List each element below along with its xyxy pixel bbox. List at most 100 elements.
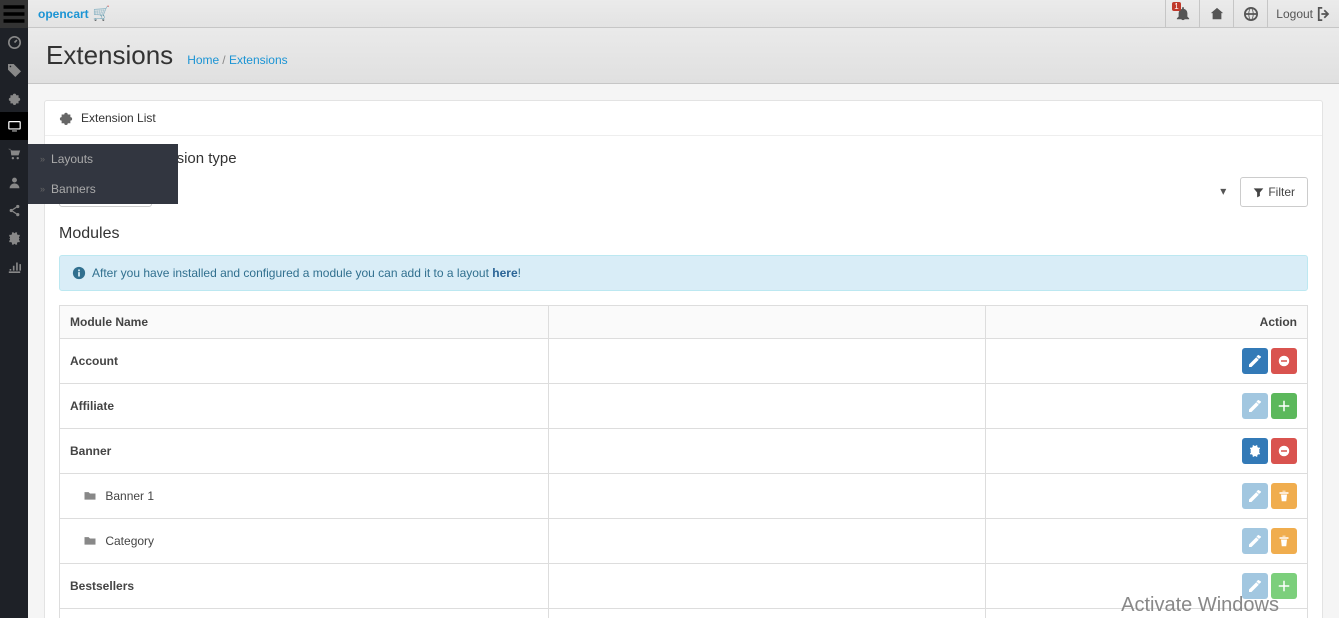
table-row: Account	[60, 339, 1308, 384]
home-icon	[1210, 7, 1224, 21]
module-name-cell: Category	[60, 519, 549, 564]
uninstall-button[interactable]	[1271, 348, 1297, 374]
nav-customers[interactable]	[0, 168, 28, 196]
trash-icon	[1278, 535, 1290, 547]
module-name-cell: Bestsellers	[60, 564, 549, 609]
table-row: Bestsellers	[60, 564, 1308, 609]
pencil-icon	[1249, 355, 1261, 367]
action-cell	[985, 609, 1308, 618]
folder-icon	[84, 535, 96, 546]
nav-reports[interactable]	[0, 252, 28, 280]
choose-type-label: Choose the extension type	[59, 150, 1308, 167]
submenu-layouts[interactable]: »Layouts	[28, 144, 178, 174]
tag-icon	[8, 64, 21, 77]
module-name-cell: Banner	[60, 429, 549, 474]
module-name-cell: Carousel	[60, 609, 549, 618]
action-cell	[985, 429, 1308, 474]
info-alert: After you have installed and configured …	[59, 255, 1308, 291]
user-icon	[8, 176, 21, 189]
cog-icon	[1249, 445, 1261, 457]
nav-system[interactable]	[0, 224, 28, 252]
signout-icon	[1317, 7, 1331, 21]
layout-here-link[interactable]: here	[492, 266, 517, 280]
chart-icon	[8, 260, 21, 273]
design-submenu: »Layouts »Banners	[28, 144, 178, 204]
nav-sales[interactable]	[0, 140, 28, 168]
nav-extensions[interactable]	[0, 84, 28, 112]
delete-button[interactable]	[1271, 528, 1297, 554]
module-name-cell: Affiliate	[60, 384, 549, 429]
table-row: Category	[60, 519, 1308, 564]
module-name-cell: Account	[60, 339, 549, 384]
pencil-icon	[1249, 400, 1261, 412]
breadcrumb: Home / Extensions	[187, 53, 287, 67]
delete-button[interactable]	[1271, 483, 1297, 509]
modules-table: Module Name Action AccountAffiliateBanne…	[59, 305, 1308, 618]
display-icon	[8, 120, 21, 133]
pencil-icon	[1249, 490, 1261, 502]
brand-text: opencart	[38, 7, 89, 21]
info-icon	[72, 266, 86, 280]
top-bar: opencart 🛒 1 Logout	[0, 0, 1339, 28]
minus-icon	[1278, 445, 1290, 457]
crumb-extensions[interactable]: Extensions	[229, 53, 288, 67]
extension-list-panel: Extension List Choose the extension type…	[44, 100, 1323, 618]
cart-icon	[8, 148, 21, 161]
modules-title: Modules	[45, 225, 1322, 255]
table-row: Carousel	[60, 609, 1308, 618]
menu-toggle-button[interactable]	[0, 0, 28, 28]
nav-design[interactable]	[0, 112, 28, 140]
pencil-icon	[1249, 580, 1261, 592]
puzzle-icon	[59, 111, 73, 125]
cart-icon: 🛒	[93, 5, 110, 22]
edit-button[interactable]	[1242, 393, 1268, 419]
crumb-home[interactable]: Home	[187, 53, 219, 67]
plus-icon	[1278, 400, 1290, 412]
home-button[interactable]	[1199, 0, 1233, 28]
edit-button[interactable]	[1242, 483, 1268, 509]
globe-icon	[1244, 7, 1258, 21]
edit-button[interactable]	[1242, 573, 1268, 599]
share-icon	[8, 204, 21, 217]
action-cell	[985, 564, 1308, 609]
install-button[interactable]	[1271, 393, 1297, 419]
chevron-right-icon: »	[40, 154, 45, 164]
folder-icon	[84, 490, 96, 501]
edit-button[interactable]	[1242, 528, 1268, 554]
panel-title: Extension List	[45, 101, 1322, 136]
dashboard-icon	[8, 36, 21, 49]
table-row: Banner	[60, 429, 1308, 474]
cog-icon	[8, 232, 21, 245]
brand-logo[interactable]: opencart 🛒	[38, 5, 110, 22]
edit-button[interactable]	[1242, 348, 1268, 374]
plus-icon	[1278, 580, 1290, 592]
uninstall-button[interactable]	[1271, 438, 1297, 464]
page-header: Extensions Home / Extensions	[28, 28, 1339, 84]
action-cell	[985, 339, 1308, 384]
store-button[interactable]	[1233, 0, 1267, 28]
th-action: Action	[985, 306, 1308, 339]
th-module-name: Module Name	[60, 306, 549, 339]
notification-badge: 1	[1172, 2, 1180, 11]
table-row: Affiliate	[60, 384, 1308, 429]
install-button[interactable]	[1271, 573, 1297, 599]
action-cell	[985, 384, 1308, 429]
content-area: Extensions Home / Extensions Extension L…	[28, 28, 1339, 618]
add-button[interactable]	[1242, 438, 1268, 464]
nav-dashboard[interactable]	[0, 28, 28, 56]
table-row: Banner 1	[60, 474, 1308, 519]
side-nav	[0, 28, 28, 618]
notifications-button[interactable]: 1	[1165, 0, 1199, 28]
minus-icon	[1278, 355, 1290, 367]
nav-catalog[interactable]	[0, 56, 28, 84]
action-cell	[985, 474, 1308, 519]
logout-button[interactable]: Logout	[1267, 0, 1339, 28]
page-title: Extensions	[46, 40, 173, 71]
action-cell	[985, 519, 1308, 564]
nav-marketing[interactable]	[0, 196, 28, 224]
pencil-icon	[1249, 535, 1261, 547]
module-name-cell: Banner 1	[60, 474, 549, 519]
submenu-banners[interactable]: »Banners	[28, 174, 178, 204]
filter-button[interactable]: Filter	[1240, 177, 1308, 207]
logout-label: Logout	[1276, 7, 1313, 21]
